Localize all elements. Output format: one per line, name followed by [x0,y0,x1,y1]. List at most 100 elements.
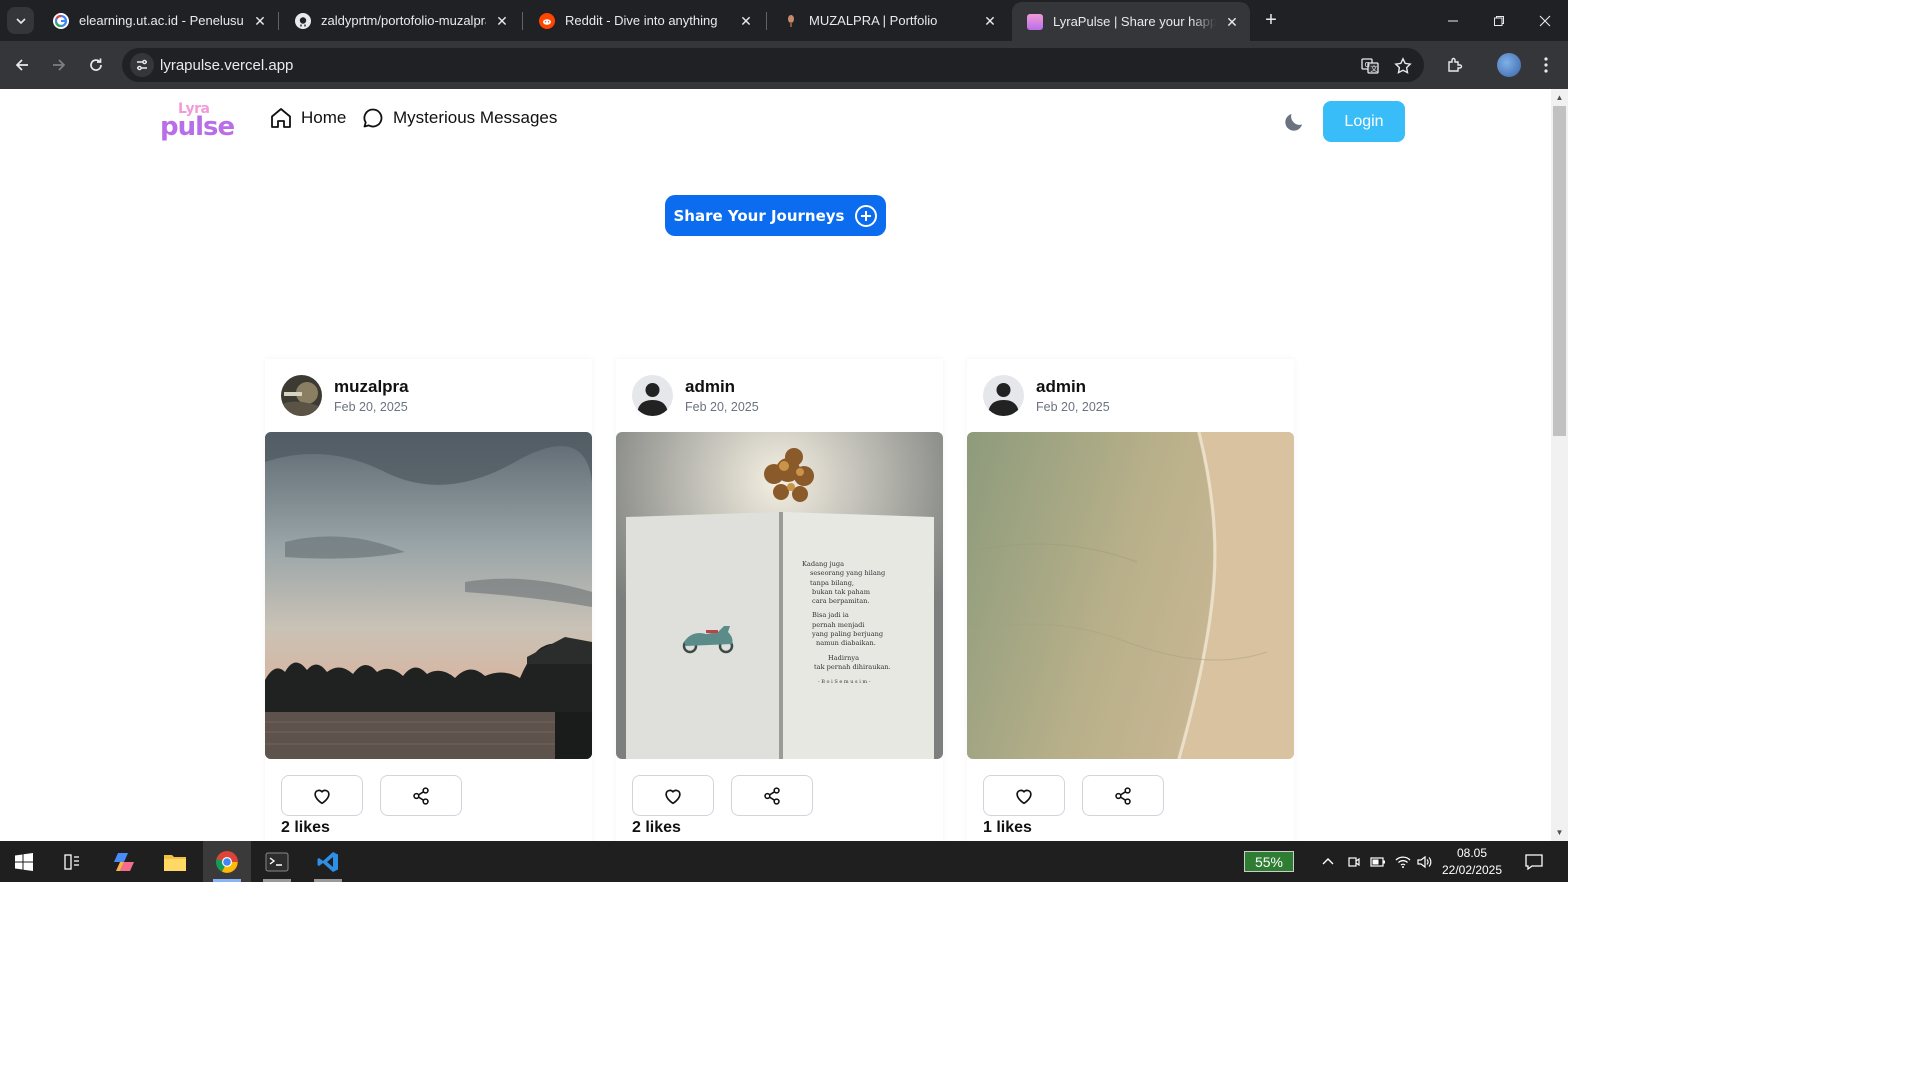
chevron-up-icon[interactable] [1319,853,1337,871]
browser-tab[interactable]: Reddit - Dive into anything ✕ [524,0,764,41]
battery-indicator[interactable]: 55% [1244,851,1294,872]
page-scrollbar[interactable]: ▲ ▼ [1551,89,1568,841]
avatar[interactable] [632,375,673,416]
browser-tab[interactable]: zaldyprtm/portofolio-muzalpra ✕ [280,0,520,41]
reload-button[interactable] [83,52,109,78]
file-explorer-button[interactable] [151,841,199,882]
chrome-taskbar-button[interactable] [203,841,251,882]
aerial-shore-photo[interactable] [967,432,1294,759]
translate-icon[interactable]: G文 [1360,56,1380,76]
like-button[interactable] [632,775,714,816]
star-icon[interactable] [1393,56,1413,76]
post-card: muzalpra Feb 20, 2025 2 likes [265,359,592,841]
browser-tab-strip: elearning.ut.ac.id - Penelusuran ✕ zaldy… [0,0,1568,41]
terminal-taskbar-button[interactable] [253,841,301,882]
lyrapulse-logo[interactable]: Lyra pulse [160,101,240,142]
nav-mysterious-messages[interactable]: Mysterious Messages [361,104,557,132]
poem-line: Hadirnya [828,653,860,662]
new-tab-button[interactable]: + [1259,9,1283,33]
site-info-button[interactable] [130,53,154,77]
nav-home-label: Home [301,108,347,127]
svg-text:G: G [1365,61,1370,69]
share-button[interactable] [1082,775,1164,816]
close-icon[interactable]: ✕ [494,13,510,29]
share-journeys-label: Share Your Journeys [673,206,845,225]
post-username[interactable]: muzalpra [334,377,409,397]
back-button[interactable] [9,52,35,78]
share-button[interactable] [731,775,813,816]
extensions-icon[interactable] [1443,53,1467,77]
like-button[interactable] [983,775,1065,816]
browser-tab[interactable]: MUZALPRA | Portfolio ✕ [768,0,1008,41]
open-book-poem-photo[interactable]: Kadang juga seseorang yang hilang tanpa … [616,432,943,759]
post-username[interactable]: admin [685,377,735,397]
login-button[interactable]: Login [1323,101,1405,142]
post-card: admin Feb 20, 2025 [616,359,943,841]
scrollbar-thumb[interactable] [1553,106,1566,436]
share-button[interactable] [380,775,462,816]
avatar[interactable] [281,375,322,416]
profile-avatar[interactable] [1497,53,1521,77]
windows-taskbar: 55% 08.05 22/02/2025 [0,841,1568,882]
close-icon[interactable]: ✕ [1224,14,1240,30]
forward-button[interactable] [46,52,72,78]
vscode-taskbar-button[interactable] [304,841,352,882]
like-button[interactable] [281,775,363,816]
system-clock[interactable]: 08.05 22/02/2025 [1436,845,1508,879]
restore-button[interactable] [1476,0,1522,41]
close-icon[interactable]: ✕ [252,13,268,29]
github-icon [295,12,311,29]
post-date: Feb 20, 2025 [1036,400,1110,414]
volume-icon[interactable] [1416,853,1434,871]
menu-dots-icon[interactable] [1534,53,1558,77]
tab-title: elearning.ut.ac.id - Penelusuran [79,13,244,28]
browser-tab[interactable]: elearning.ut.ac.id - Penelusuran ✕ [38,0,278,41]
scroll-up-icon[interactable]: ▲ [1555,93,1564,102]
heart-icon [1016,789,1032,804]
chevron-down-icon [15,17,26,24]
start-button[interactable] [0,841,48,882]
minimize-button[interactable] [1430,0,1476,41]
copilot-button[interactable] [100,841,148,882]
vscode-icon [317,851,338,872]
close-window-button[interactable] [1522,0,1568,41]
user-icon [632,375,673,416]
task-view-icon [64,853,79,870]
address-bar[interactable]: lyrapulse.vercel.app G文 [122,48,1424,82]
sunset-beach-photo[interactable] [265,432,592,759]
close-icon[interactable]: ✕ [738,13,754,29]
heart-icon [665,789,681,804]
poem-line: Bisa jadi ia [812,611,849,620]
running-indicator [314,879,342,882]
avatar[interactable] [983,375,1024,416]
moon-icon[interactable] [1282,110,1306,134]
poem-line: - B o i S e m u s i m - [818,679,871,686]
like-count: 2 likes [281,819,330,836]
battery-icon[interactable] [1369,853,1387,871]
terminal-icon [265,852,289,871]
tab-title: MUZALPRA | Portfolio [809,13,938,28]
task-view-button[interactable] [48,841,96,882]
nav-home[interactable]: Home [269,104,346,132]
logo-bottom-text: pulse [160,112,235,142]
chrome-icon [216,850,238,873]
wifi-icon[interactable] [1394,853,1412,871]
like-count: 2 likes [632,819,681,836]
notification-icon[interactable] [1524,852,1544,872]
share-icon [413,786,429,805]
close-icon [1539,15,1551,26]
folder-icon [164,854,186,871]
poem-line: namun diabaikan. [816,639,876,648]
tab-search-button[interactable] [7,7,34,34]
clock-date: 22/02/2025 [1441,863,1503,877]
meet-now-icon[interactable] [1345,853,1363,871]
close-icon[interactable]: ✕ [982,13,998,29]
tab-title: LyraPulse | Share your happines [1053,14,1216,29]
post-username[interactable]: admin [1036,377,1086,397]
tab-title: zaldyprtm/portofolio-muzalpra [321,13,486,28]
browser-tab-active[interactable]: LyraPulse | Share your happines ✕ [1012,2,1250,41]
arrow-right-icon [53,59,66,71]
reddit-icon [539,12,555,29]
share-journeys-button[interactable]: Share Your Journeys [665,195,886,236]
scroll-down-icon[interactable]: ▼ [1555,828,1564,837]
